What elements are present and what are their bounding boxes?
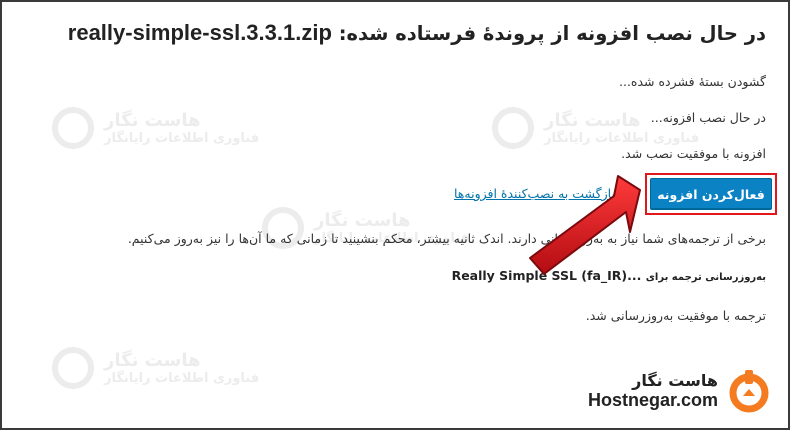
brand-name-fa: هاست نگار: [632, 371, 718, 390]
watermark: هاست نگار فناوری اطلاعات رایانگار: [52, 107, 259, 149]
installing-message: در حال نصب افزونه...: [650, 110, 766, 125]
watermark-tagline: فناوری اطلاعات رایانگار: [104, 131, 260, 146]
watermark: هاست نگار فناوری اطلاعات رایانگار: [52, 347, 259, 389]
page-title-filename: really-simple-ssl.3.3.1.zip: [67, 20, 332, 45]
page-title-prefix: در حال نصب افزونه از پروندهٔ فرستاده شده…: [338, 22, 766, 45]
brand-logo: هاست نگار Hostnegar.com: [588, 368, 772, 414]
translation-notice: برخی از ترجمه‌های شما نیاز به به‌روزرسان…: [127, 231, 766, 246]
watermark-logo-icon: [52, 107, 94, 149]
pointer-arrow-icon: [529, 175, 641, 275]
brand-name-en: Hostnegar.com: [587, 390, 718, 410]
watermark-logo-icon: [52, 347, 94, 389]
watermark-name: هاست نگار: [314, 210, 411, 231]
watermark-name: هاست نگار: [104, 110, 201, 131]
unpacking-message: گشودن بستهٔ فشرده شده...: [619, 74, 766, 89]
page-title: در حال نصب افزونه از پروندهٔ فرستاده شده…: [68, 20, 766, 46]
activate-plugin-button[interactable]: فعال‌کردن افزونه: [650, 178, 772, 210]
screenshot-frame: هاست نگار فناوری اطلاعات رایانگار هاست نگ…: [0, 0, 790, 430]
translation-done-message: ترجمه با موفقیت به‌روزرسانی شد.: [585, 308, 766, 323]
highlight-box: فعال‌کردن افزونه: [645, 173, 777, 215]
success-message: افزونه با موفقیت نصب شد.: [621, 146, 766, 161]
brand-logo-icon: [729, 370, 769, 413]
translation-updating-prefix: به‌روزرسانی ترجمه برای: [645, 272, 766, 283]
watermark-name: هاست نگار: [104, 350, 201, 371]
watermark-tagline: فناوری اطلاعات رایانگار: [544, 131, 700, 146]
watermark-tagline: فناوری اطلاعات رایانگار: [104, 371, 260, 386]
watermark-logo-icon: [492, 107, 534, 149]
watermark-name: هاست نگار: [544, 110, 641, 131]
